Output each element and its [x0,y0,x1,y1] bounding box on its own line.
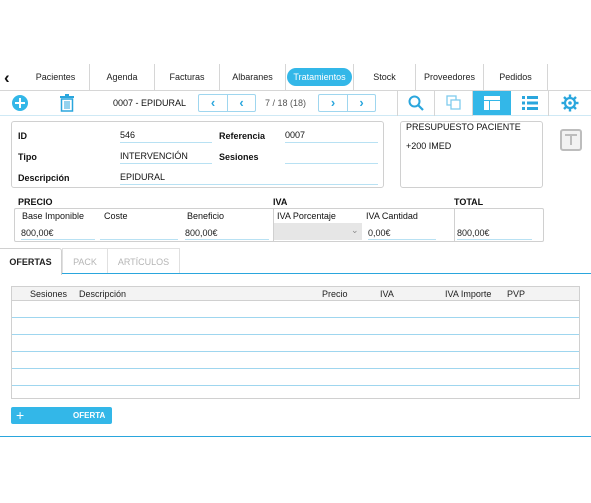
first-record-icon[interactable]: ‹ [199,95,227,111]
beneficio-field[interactable]: 800,00€ [185,227,269,240]
tab-label: Stock [373,72,396,82]
tab-albaranes[interactable]: Albaranes [220,64,286,90]
subtab-label: PACK [73,257,97,267]
precio-heading: PRECIO [18,197,53,207]
search-icon[interactable] [408,95,424,111]
tipo-label: Tipo [18,152,37,162]
iva-cantidad-field[interactable]: 0,00€ [368,227,436,240]
sesiones-field[interactable] [285,151,378,164]
ofertas-table: Sesiones Descripción Precio IVA IVA Impo… [11,286,580,399]
form-view-icon [484,96,500,110]
notes-line-2: +200 IMED [406,141,452,151]
coste-field[interactable] [100,227,178,240]
top-nav: ‹ Pacientes Agenda Facturas Albaranes Tr… [0,64,591,151]
tab-label: Albaranes [232,72,273,82]
table-row[interactable] [12,385,579,386]
record-toolbar: 0007 - EPIDURAL ‹ ‹ 7 / 18 (18) › › [0,91,591,116]
record-title: 0007 - EPIDURAL [113,98,187,108]
app-window: ‹ Pacientes Agenda Facturas Albaranes Tr… [0,0,591,503]
subtab-label: ARTÍCULOS [117,257,170,267]
tab-label: Proveedores [423,72,476,82]
col-pvp[interactable]: PVP [507,289,525,299]
tab-facturas[interactable]: Facturas [155,64,220,90]
iva-porcentaje-label: IVA Porcentaje [277,211,336,221]
tab-label: Agenda [106,72,138,82]
plus-icon: + [16,407,25,423]
module-icon[interactable] [560,129,582,151]
iva-porcentaje-select[interactable]: ⌄ [274,223,362,240]
next-nav-group: › › [318,94,376,112]
prev-record-icon[interactable]: ‹ [227,95,255,111]
col-descripcion[interactable]: Descripción [79,289,126,299]
record-position: 7 / 18 (18) [265,98,307,108]
tab-stock[interactable]: Stock [354,64,416,90]
referencia-field[interactable]: 0007 [285,130,378,143]
table-row[interactable] [12,351,579,352]
tab-label: Pedidos [499,72,532,82]
add-circle-icon[interactable] [11,94,29,112]
back-chevron-icon[interactable]: ‹ [4,69,20,86]
tab-pacientes[interactable]: Pacientes [22,64,90,90]
tipo-field[interactable]: INTERVENCIÓN [120,151,212,164]
duplicate-icon[interactable] [446,95,462,111]
add-oferta-label: OFERTA [73,411,106,420]
form-view-button[interactable] [473,91,511,115]
subtab-label: OFERTAS [9,257,52,267]
prev-nav-group: ‹ ‹ [198,94,256,112]
total-heading: TOTAL [454,197,484,207]
descripcion-label: Descripción [18,173,70,183]
gear-icon[interactable] [561,94,579,112]
col-iva-importe[interactable]: IVA Importe [445,289,491,299]
descripcion-field[interactable]: EPIDURAL [120,172,378,185]
iva-heading: IVA [273,197,288,207]
base-imponible-label: Base Imponible [22,211,85,221]
total-field[interactable]: 800,00€ [457,227,532,240]
tab-ofertas[interactable]: OFERTAS [0,248,62,275]
tab-agenda[interactable]: Agenda [90,64,155,90]
iva-cantidad-label: IVA Cantidad [366,211,418,221]
tab-pedidos[interactable]: Pedidos [484,64,548,90]
table-row[interactable] [12,368,579,369]
tab-label: Tratamientos [287,68,352,86]
table-row[interactable] [12,317,579,318]
id-label: ID [18,131,27,141]
tab-tratamientos[interactable]: Tratamientos [286,64,354,90]
sesiones-label: Sesiones [219,152,259,162]
chevron-down-icon: ⌄ [351,225,359,235]
last-record-icon[interactable]: › [347,95,375,111]
col-iva[interactable]: IVA [380,289,394,299]
tab-proveedores[interactable]: Proveedores [416,64,484,90]
notes-line-1: PRESUPUESTO PACIENTE [406,122,521,132]
list-view-icon[interactable] [522,96,538,110]
id-field[interactable]: 546 [120,130,212,143]
tab-label: Facturas [169,72,205,82]
next-record-icon[interactable]: › [319,95,347,111]
col-sesiones[interactable]: Sesiones [30,289,67,299]
table-row[interactable] [12,334,579,335]
coste-label: Coste [104,211,128,221]
referencia-label: Referencia [219,131,266,141]
tab-label: Pacientes [35,72,76,82]
base-imponible-field[interactable]: 800,00€ [21,227,95,240]
beneficio-label: Beneficio [187,211,225,221]
add-oferta-button[interactable]: + OFERTA [11,407,112,424]
col-precio[interactable]: Precio [322,289,348,299]
tab-articulos[interactable]: ARTÍCULOS [108,248,180,274]
trash-icon[interactable] [60,94,74,112]
tab-pack[interactable]: PACK [62,248,108,274]
table-header: Sesiones Descripción Precio IVA IVA Impo… [12,287,579,301]
